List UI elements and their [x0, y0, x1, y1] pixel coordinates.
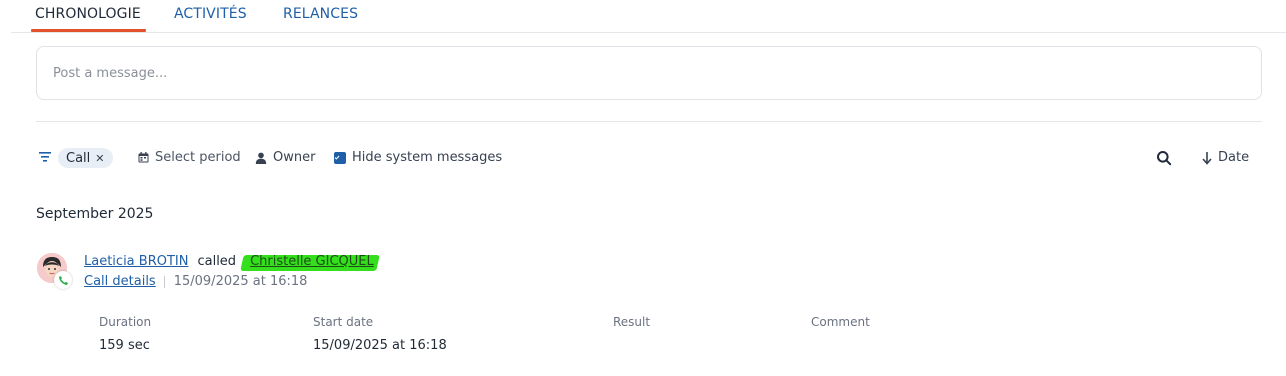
person-icon — [255, 152, 267, 164]
call-details-link[interactable]: Call details — [84, 274, 156, 289]
filter-icon[interactable] — [38, 150, 52, 164]
tab-relances[interactable]: RELANCES — [283, 6, 358, 22]
activity-verb: called — [197, 254, 237, 269]
contact-name: Christelle GICQUEL — [250, 254, 374, 269]
tab-activites[interactable]: ACTIVITÉS — [174, 6, 247, 22]
arrow-down-icon — [1202, 151, 1212, 165]
start-date-label: Start date — [313, 315, 374, 329]
duration-value: 159 sec — [99, 338, 150, 353]
start-date-value: 15/09/2025 at 16:18 — [313, 338, 447, 353]
owner-filter-button[interactable]: Owner — [255, 150, 315, 165]
tab-bar: CHRONOLOGIE ACTIVITÉS RELANCES — [0, 0, 1286, 33]
author-link[interactable]: Laeticia BROTIN — [84, 254, 188, 269]
tab-divider — [11, 32, 1286, 33]
filter-toolbar: Call ✕ Select period Owner Hide system m… — [0, 146, 1286, 170]
phone-icon — [54, 271, 72, 289]
activity-details: Call details 15/09/2025 at 16:18 — [84, 274, 307, 289]
hide-system-messages-toggle[interactable]: Hide system messages — [334, 150, 502, 165]
select-period-label: Select period — [155, 150, 241, 165]
activity-timestamp: 15/09/2025 at 16:18 — [173, 274, 308, 289]
select-period-button[interactable]: Select period — [138, 150, 241, 165]
sort-label: Date — [1218, 150, 1250, 165]
close-icon[interactable]: ✕ — [95, 152, 104, 165]
month-heading: September 2025 — [36, 206, 154, 222]
tab-chronologie[interactable]: CHRONOLOGIE — [35, 6, 141, 22]
comment-label: Comment — [811, 315, 870, 329]
activity-summary: Laeticia BROTIN called Christelle GICQUE… — [84, 254, 380, 271]
filter-chip-call[interactable]: Call ✕ — [58, 148, 113, 168]
hide-system-messages-label: Hide system messages — [352, 150, 503, 165]
separator — [163, 275, 165, 288]
result-label: Result — [613, 315, 651, 329]
contact-link[interactable]: Christelle GICQUEL — [240, 254, 380, 271]
calendar-icon — [138, 152, 149, 163]
duration-label: Duration — [99, 315, 152, 329]
message-composer — [36, 46, 1262, 100]
post-message-input[interactable] — [53, 47, 1243, 99]
checkbox-icon[interactable] — [334, 151, 346, 164]
search-icon[interactable] — [1156, 150, 1172, 166]
filter-chip-label: Call — [66, 150, 91, 166]
owner-label: Owner — [273, 150, 316, 165]
sort-by-date-button[interactable]: Date — [1202, 150, 1249, 165]
section-divider — [36, 121, 1262, 122]
